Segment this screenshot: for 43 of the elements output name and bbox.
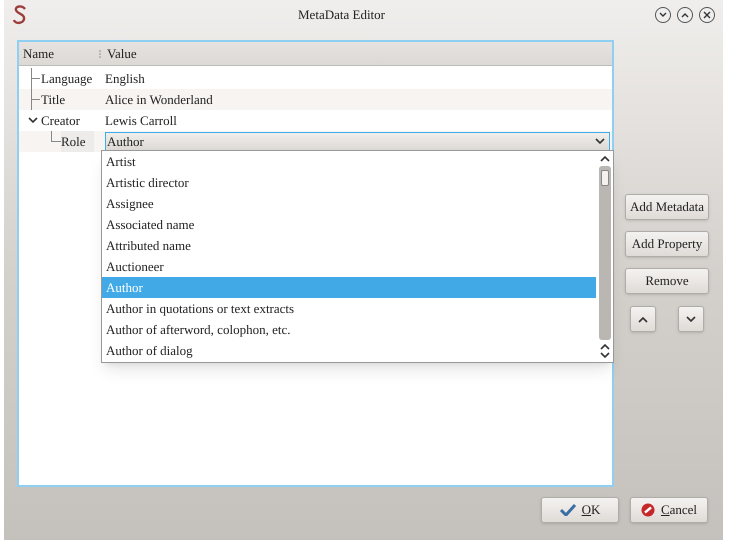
tree-item-value: Lewis Carroll xyxy=(105,112,177,130)
column-header[interactable]: Value xyxy=(107,44,137,64)
move-down-button[interactable] xyxy=(678,306,704,332)
dropdown-option[interactable]: Attributed name xyxy=(102,235,596,256)
dropdown-option[interactable]: Author of dialog xyxy=(102,340,596,361)
dropdown-option[interactable]: Artist xyxy=(102,151,596,172)
side-button[interactable]: Remove xyxy=(625,268,709,294)
close-icon xyxy=(703,11,711,19)
checkmark-icon xyxy=(560,504,576,516)
no-entry-icon xyxy=(640,503,655,517)
side-button[interactable]: Add Property xyxy=(625,231,709,257)
tree-item-value: English xyxy=(105,70,145,88)
tree-item-value: Alice in Wonderland xyxy=(105,90,213,109)
scrollbar[interactable] xyxy=(596,151,613,362)
ok-button[interactable]: OK xyxy=(541,497,619,523)
chevron-up-icon xyxy=(638,316,648,322)
dropdown-option[interactable]: Author of afterword, colophon, etc. xyxy=(102,319,596,340)
column-header[interactable]: Name xyxy=(19,44,99,64)
dropdown-option[interactable]: Associated name xyxy=(102,214,596,235)
side-button[interactable]: Add Metadata xyxy=(625,194,709,220)
tree-item-name: Creator xyxy=(41,112,80,130)
dropdown-option[interactable]: Assignee xyxy=(102,193,596,214)
tree-item-name: Language xyxy=(41,70,92,88)
tree-item-name: Role xyxy=(61,131,94,152)
chevron-down-icon xyxy=(686,316,696,322)
minimize-button[interactable] xyxy=(655,7,671,23)
scrollbar-thumb[interactable] xyxy=(600,170,608,186)
scroll-down-icon xyxy=(600,352,610,359)
move-up-button[interactable] xyxy=(630,306,656,332)
tree-item-name: Title xyxy=(41,90,66,109)
role-combo-box[interactable]: Author xyxy=(105,132,610,151)
scroll-up-icon xyxy=(600,155,610,162)
scroll-up-icon xyxy=(600,343,610,350)
window-title: MetaData Editor xyxy=(298,7,385,22)
dropdown-option[interactable]: Artistic director xyxy=(102,172,596,193)
chevron-down-icon xyxy=(659,12,667,18)
dropdown-option[interactable]: Author in quotations or text extracts xyxy=(102,298,596,319)
cancel-button[interactable]: Cancel xyxy=(630,497,708,523)
maximize-button[interactable] xyxy=(677,7,693,23)
dropdown-option[interactable]: Auctioneer xyxy=(102,256,596,277)
chevron-up-icon xyxy=(681,12,689,18)
close-button[interactable] xyxy=(699,7,715,23)
app-logo-icon xyxy=(12,5,28,25)
